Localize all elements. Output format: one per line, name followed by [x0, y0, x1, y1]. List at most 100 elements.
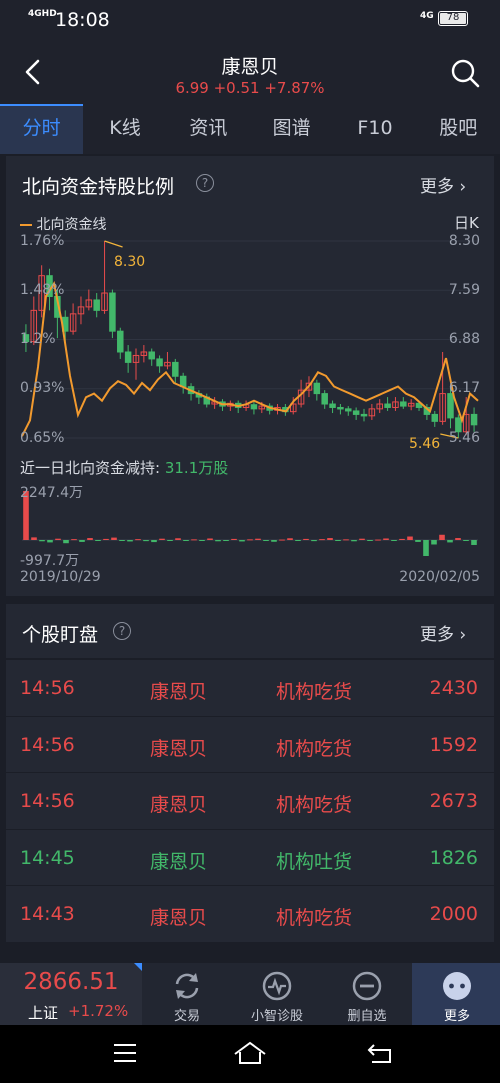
corner-marker-icon [134, 963, 142, 971]
menu-icon[interactable] [112, 1042, 138, 1064]
chart-grid [22, 240, 478, 439]
flow-bar [431, 540, 437, 545]
nav-more-button[interactable]: 更多 [412, 963, 500, 1025]
flow-bar [135, 539, 141, 541]
tab-news[interactable]: 资讯 [167, 104, 250, 154]
pick-time: 14:56 [20, 790, 75, 813]
more-link[interactable]: 更多 › [420, 620, 466, 645]
candle-body [352, 410, 360, 415]
flow-bar [31, 537, 37, 540]
clock: 18:08 [55, 9, 110, 31]
index-name: 上证 [28, 1004, 59, 1022]
flow-bar [439, 534, 445, 540]
nav-label: 交易 [173, 1009, 200, 1024]
pick-volume: 2673 [429, 790, 478, 813]
list-item[interactable]: 14:56 康恩贝 机构吃货 1592 [6, 715, 494, 773]
pick-name: 康恩贝 [150, 681, 208, 703]
date-start: 2019/10/29 [20, 569, 101, 585]
flow-bar [159, 538, 165, 540]
pick-volume: 1826 [429, 846, 478, 869]
flow-bar [375, 539, 381, 541]
candle-body [109, 292, 116, 332]
flow-bar [223, 540, 229, 541]
stock-header: 康恩贝 6.99 +0.51 +7.87% [0, 40, 500, 104]
left-tick: 1.48% [20, 282, 65, 298]
picks-card-header: 个股盯盘 ? 更多 › [6, 604, 494, 658]
flow-bar [63, 540, 69, 544]
home-icon[interactable] [232, 1040, 268, 1066]
flow-bar [303, 538, 309, 540]
tab-forum[interactable]: 股吧 [417, 104, 500, 154]
flow-bar [39, 540, 45, 542]
list-item[interactable]: 14:56 康恩贝 机构吃货 2673 [6, 772, 494, 830]
candle-body [156, 358, 163, 367]
candle-body [148, 351, 155, 360]
flow-bar [79, 540, 85, 542]
candle-body [250, 404, 258, 410]
pick-time: 14:45 [20, 846, 75, 869]
high-marker [104, 240, 123, 248]
card-title: 个股盯盘 [22, 624, 99, 646]
search-icon[interactable] [449, 57, 481, 89]
flow-bar [47, 540, 53, 543]
tab-bar: 分时 K线 资讯 图谱 F10 股吧 [0, 104, 500, 154]
flow-bar [335, 540, 341, 541]
tab-f10[interactable]: F10 [333, 104, 416, 154]
flow-bar [119, 540, 125, 541]
flow-bar [55, 538, 61, 540]
pick-volume: 2000 [429, 903, 478, 926]
index-value: 2866.51 [23, 969, 119, 995]
flow-bar [151, 540, 157, 543]
flow-bar [447, 540, 453, 543]
candle-body [447, 393, 454, 419]
flow-bar [199, 540, 205, 541]
battery-icon: 78 [438, 11, 468, 26]
flow-bar [463, 540, 469, 541]
candle-body [337, 406, 344, 410]
flow-bar [271, 540, 277, 542]
flow-bar [367, 540, 373, 541]
network-indicator-right: 4G [420, 11, 434, 21]
pick-time: 14:56 [20, 677, 75, 699]
status-bar: 4GHD 18:08 4G 78 [0, 0, 500, 40]
flow-bar [399, 538, 405, 540]
pick-name: 康恩贝 [150, 737, 208, 760]
candle-body [400, 401, 407, 407]
right-tick: 7.59 [448, 282, 480, 298]
right-tick: 6.17 [448, 380, 480, 396]
flow-bar [415, 540, 421, 542]
chevron-right-icon: › [459, 625, 467, 645]
help-icon[interactable]: ? [113, 622, 131, 640]
right-tick: 8.30 [448, 233, 480, 249]
right-tick: 5.46 [448, 430, 480, 446]
pick-name: 康恩贝 [150, 907, 208, 930]
pick-name: 康恩贝 [150, 850, 208, 873]
flow-bar [279, 539, 285, 541]
list-item[interactable]: 14:43 康恩贝 机构吃货 2000 [6, 885, 494, 943]
network-indicator: 4GHD [28, 9, 57, 19]
flow-bar [311, 540, 317, 542]
left-tick: 0.93% [20, 380, 65, 396]
list-item[interactable]: 14:56 康恩贝 机构吃货 2430 [6, 659, 494, 716]
tab-kline[interactable]: K线 [83, 104, 166, 154]
right-tick: 6.88 [448, 331, 480, 347]
tab-intraday[interactable]: 分时 [0, 104, 84, 154]
flow-bar [183, 540, 189, 541]
low-price-label: 5.46 [409, 436, 441, 452]
tab-graph[interactable]: 图谱 [250, 104, 333, 154]
candle-body [313, 382, 321, 395]
flow-label: 近一日北向资金减持: [20, 459, 161, 477]
system-nav-bar [0, 1025, 500, 1083]
nav-trade-button[interactable]: 交易 [142, 963, 232, 1025]
high-price-label: 8.30 [114, 254, 146, 270]
nav-remove-watchlist-button[interactable]: 删自选 [322, 963, 412, 1025]
list-item[interactable]: 14:45 康恩贝 机构吐货 1826 [6, 828, 494, 886]
flow-bar [103, 538, 109, 540]
nav-diagnosis-button[interactable]: 小智诊股 [232, 963, 322, 1025]
back-icon[interactable] [366, 1041, 396, 1065]
index-quote[interactable]: 2866.51 上证 +1.72% [0, 963, 142, 1025]
flow-bar [383, 538, 389, 540]
flow-bar [247, 539, 253, 541]
bar-max-label: 2247.4万 [20, 485, 83, 501]
pick-name: 康恩贝 [150, 794, 208, 817]
